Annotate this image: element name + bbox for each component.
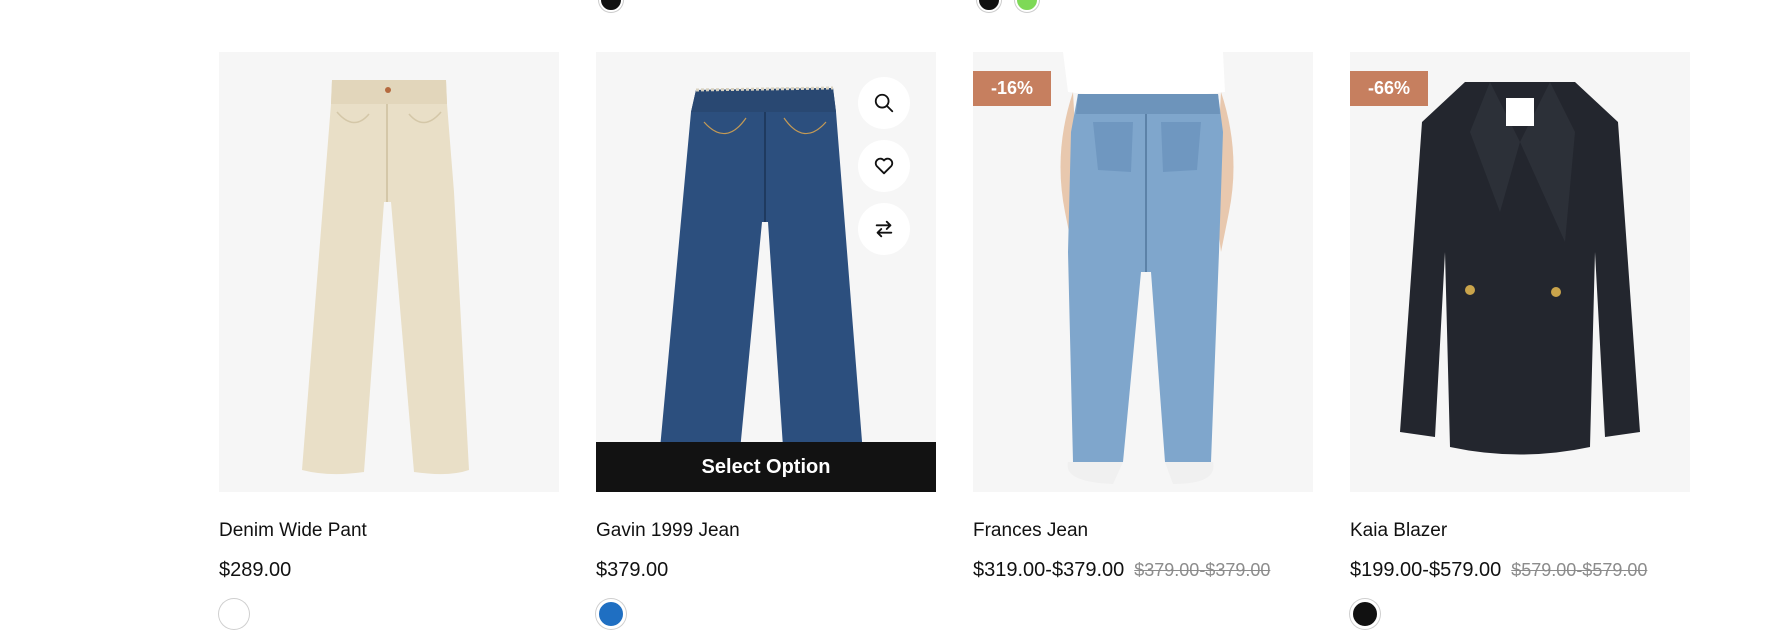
discount-badge: -66%: [1350, 71, 1429, 106]
cream-pants-image: [302, 80, 469, 475]
product-card[interactable]: Denim Wide Pant $289.00: [219, 52, 559, 629]
product-card[interactable]: -66% Kaia Blazer $199.00-$579.00 $579.00-…: [1350, 52, 1690, 629]
light-jeans-model-image: [1060, 52, 1234, 484]
product-title[interactable]: Denim Wide Pant: [219, 519, 559, 543]
product-card[interactable]: -16% Frances Jean $319.00-$379.00 $379.00…: [973, 52, 1313, 583]
compare-icon: [875, 220, 893, 238]
product-image[interactable]: -16%: [973, 52, 1313, 492]
discount-badge: -16%: [973, 71, 1052, 106]
color-swatch[interactable]: [596, 599, 626, 629]
navy-blazer-image: [1400, 82, 1640, 455]
heart-icon: [874, 157, 894, 175]
product-price: $319.00-$379.00: [973, 559, 1125, 581]
product-image[interactable]: Select Option: [596, 52, 936, 492]
product-image[interactable]: -66%: [1350, 52, 1690, 492]
product-image[interactable]: [219, 52, 559, 492]
product-price: $289.00: [219, 559, 292, 581]
quick-view-button[interactable]: [858, 77, 910, 129]
wishlist-button[interactable]: [858, 140, 910, 192]
price-row: $289.00: [219, 557, 559, 583]
price-row: $199.00-$579.00 $579.00-$579.00: [1350, 557, 1690, 583]
search-icon: [874, 93, 894, 113]
color-swatch[interactable]: [1350, 599, 1380, 629]
product-title[interactable]: Kaia Blazer: [1350, 519, 1690, 543]
original-price: $379.00-$379.00: [1134, 560, 1271, 580]
select-option-button[interactable]: Select Option: [596, 442, 936, 492]
price-row: $319.00-$379.00 $379.00-$379.00: [973, 557, 1313, 583]
product-title[interactable]: Frances Jean: [973, 519, 1313, 543]
previous-row-swatch[interactable]: [1015, 0, 1039, 12]
product-title[interactable]: Gavin 1999 Jean: [596, 519, 936, 543]
product-card[interactable]: Select Option Gavin 1999 Jean $379.00: [596, 52, 936, 629]
product-price: $199.00-$579.00: [1350, 559, 1502, 581]
price-row: $379.00: [596, 557, 936, 583]
color-swatch[interactable]: [219, 599, 249, 629]
compare-button[interactable]: [858, 203, 910, 255]
previous-row-swatch[interactable]: [977, 0, 1001, 12]
product-price: $379.00: [596, 559, 669, 581]
original-price: $579.00-$579.00: [1511, 560, 1648, 580]
previous-row-swatch[interactable]: [599, 0, 623, 12]
